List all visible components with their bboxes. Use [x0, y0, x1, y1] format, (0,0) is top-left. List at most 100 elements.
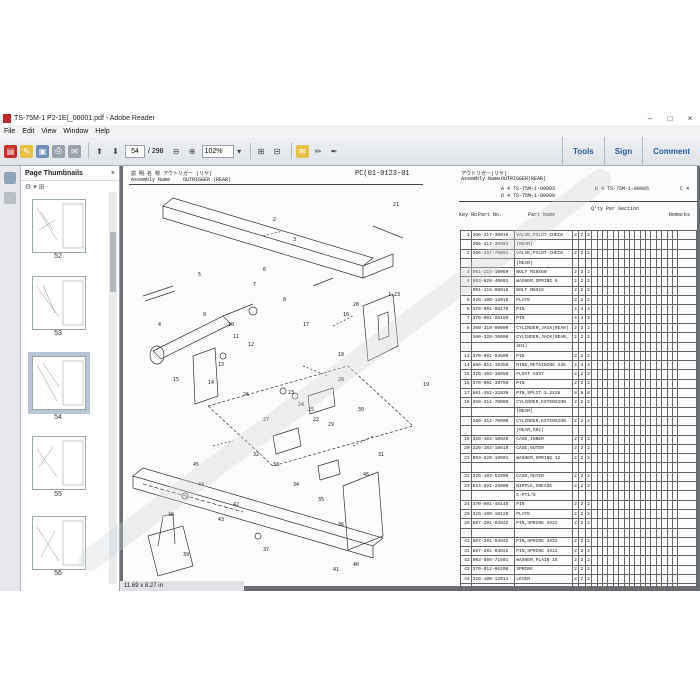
zoom-out-icon[interactable]: ⊖: [170, 145, 183, 158]
maximize-button[interactable]: □: [660, 114, 680, 123]
thumbnails-scrollbar[interactable]: [109, 192, 117, 584]
sign-button[interactable]: Sign: [603, 137, 642, 165]
parts-cell-part-name: [514, 462, 573, 473]
parts-row: 18 360-411-70000 CYLINDER,EXTENSION 2 2 2: [460, 397, 697, 408]
parts-row: 26 807-201-04022 PIN,SPRING 4X22 2 2 2: [460, 518, 697, 529]
close-panel-icon[interactable]: ×: [111, 170, 115, 177]
thumbnail-page[interactable]: [32, 276, 86, 330]
thumbnail-page[interactable]: [32, 436, 86, 490]
parts-cell-no: 41: [460, 536, 472, 548]
drawing-callout: 3: [293, 237, 296, 243]
parts-cell-no: 22: [460, 471, 472, 483]
open-icon[interactable]: ▤: [4, 144, 17, 158]
parts-cell-no: 19: [460, 434, 472, 445]
thumbnails-options[interactable]: ⚙ ▾ ⊞: [21, 181, 119, 193]
parts-cell-part-no: 326-100-12010: [470, 295, 516, 306]
parts-cell-remarks: [677, 425, 697, 436]
parts-cell-part-name: CASE,OUTER: [514, 443, 573, 455]
menu-window[interactable]: Window: [63, 128, 88, 135]
comment-button[interactable]: Comment: [642, 137, 700, 165]
parts-row: SH1): [460, 341, 697, 352]
parts-cell-remarks: [677, 453, 697, 464]
previous-page-icon[interactable]: ⬆: [93, 145, 106, 158]
parts-row: 366-217-30001 (REAR): [460, 239, 697, 250]
parts-cell-remarks: [677, 518, 697, 529]
sign-pen-icon[interactable]: ✒: [328, 145, 341, 158]
toolbar-separator: [290, 143, 292, 159]
zoom-input[interactable]: 102%: [201, 144, 234, 158]
drawing-outline: [377, 311, 390, 341]
parts-cell-remarks: [677, 239, 697, 250]
next-page-icon[interactable]: ⬇: [109, 145, 122, 158]
menu-help[interactable]: Help: [95, 128, 109, 135]
attachments-icon[interactable]: [4, 192, 16, 204]
drawing-callout: 19: [423, 382, 429, 388]
parts-cell-part-no: 370-001-04500: [470, 350, 516, 362]
drawing-callout: 35: [318, 497, 324, 503]
parts-row: 13 370-001-04500 PIN 2 2 2: [460, 350, 697, 362]
page-number-input[interactable]: 54: [125, 144, 145, 158]
parts-cell-remarks: [677, 546, 697, 557]
drawing-callout: 21: [393, 202, 399, 208]
model-c: C 4: [680, 186, 690, 192]
thumbnail-page[interactable]: [32, 199, 86, 253]
drawing-outline: [152, 315, 232, 360]
parts-cell-part-name: [514, 583, 573, 591]
email-icon[interactable]: ✉: [68, 144, 81, 158]
scrollbar-thumb[interactable]: [110, 232, 116, 292]
menu-file[interactable]: File: [4, 128, 15, 135]
fit-width-icon[interactable]: ⊟: [271, 145, 284, 158]
drawing-callout: 14: [208, 380, 214, 386]
document-view[interactable]: 説 明 名 称 アウトリガー (リヤ) Assembly Name OUTRIG…: [120, 166, 700, 591]
minimize-button[interactable]: –: [640, 114, 660, 123]
parts-cell-part-name: CASE,INNER: [514, 434, 573, 445]
parts-cell-part-no: 360-320-10000: [470, 332, 516, 343]
parts-cell-part-name: VALVE,PILOT CHECK: [514, 229, 573, 241]
comment-note-icon[interactable]: ✉: [295, 144, 309, 158]
menu-edit[interactable]: Edit: [22, 128, 34, 135]
parts-cell-no: 16: [460, 378, 472, 390]
drawing-outline: [132, 467, 384, 547]
drawing-callout: 27: [263, 417, 269, 423]
tools-button[interactable]: Tools: [562, 137, 604, 165]
drawing-outline: [342, 471, 384, 551]
parts-cell-part-no: 326-103-52000: [470, 471, 516, 483]
parts-cell-remarks: [677, 322, 697, 334]
parts-cell-remarks: [677, 369, 697, 380]
zoom-in-icon[interactable]: ⊕: [186, 145, 199, 158]
zoom-dropdown-icon[interactable]: ▾: [236, 145, 243, 158]
toolbar-separator: [88, 143, 89, 159]
drawing-callout: 44: [198, 482, 204, 488]
parts-cell-part-name: (REAR,SH1): [514, 425, 573, 436]
menu-bar: File Edit View Window Help: [0, 125, 700, 137]
parts-cell-remarks: [677, 415, 697, 427]
parts-row: 21 903-820-10001 WASHER,SPRING 12 2 2 2: [460, 453, 697, 464]
parts-cell-part-name: PIN,SPRING 4X22: [514, 518, 573, 529]
drawing-callout: 41: [333, 567, 339, 573]
create-icon[interactable]: ✎: [20, 144, 33, 158]
parts-cell-part-name: PIN: [514, 499, 573, 510]
parts-cell-no: 25: [460, 508, 472, 520]
parts-cell-part-no: [470, 406, 516, 417]
parts-row: (REAR): [460, 257, 697, 269]
parts-cell-no: [460, 490, 472, 501]
parts-header-rule: [459, 201, 697, 202]
parts-cell-part-no: 360-412-70000: [470, 415, 516, 427]
drawing-outline: [362, 253, 394, 279]
highlight-icon[interactable]: ✏: [312, 145, 325, 158]
fit-page-icon[interactable]: ⊞: [255, 145, 268, 158]
parts-row: [460, 583, 697, 591]
parts-cell-remarks: [677, 471, 697, 483]
thumbnail-page[interactable]: [32, 516, 86, 570]
parts-cell-part-no: 901-115-10060: [470, 267, 516, 278]
drawing-callout: 31: [378, 452, 384, 458]
parts-row: 7 370-001-08180 PIN 4 4 4: [460, 313, 697, 324]
close-button[interactable]: ×: [680, 114, 700, 123]
menu-view[interactable]: View: [41, 128, 56, 135]
save-icon[interactable]: ▣: [36, 144, 49, 158]
thumbnail-page-selected[interactable]: [32, 356, 86, 410]
page-thumbnails-icon[interactable]: [4, 172, 16, 184]
print-icon[interactable]: ⎙: [52, 144, 65, 158]
parts-cell-part-no: 824-591-25000: [470, 480, 516, 492]
parts-cell-remarks: [677, 480, 697, 492]
